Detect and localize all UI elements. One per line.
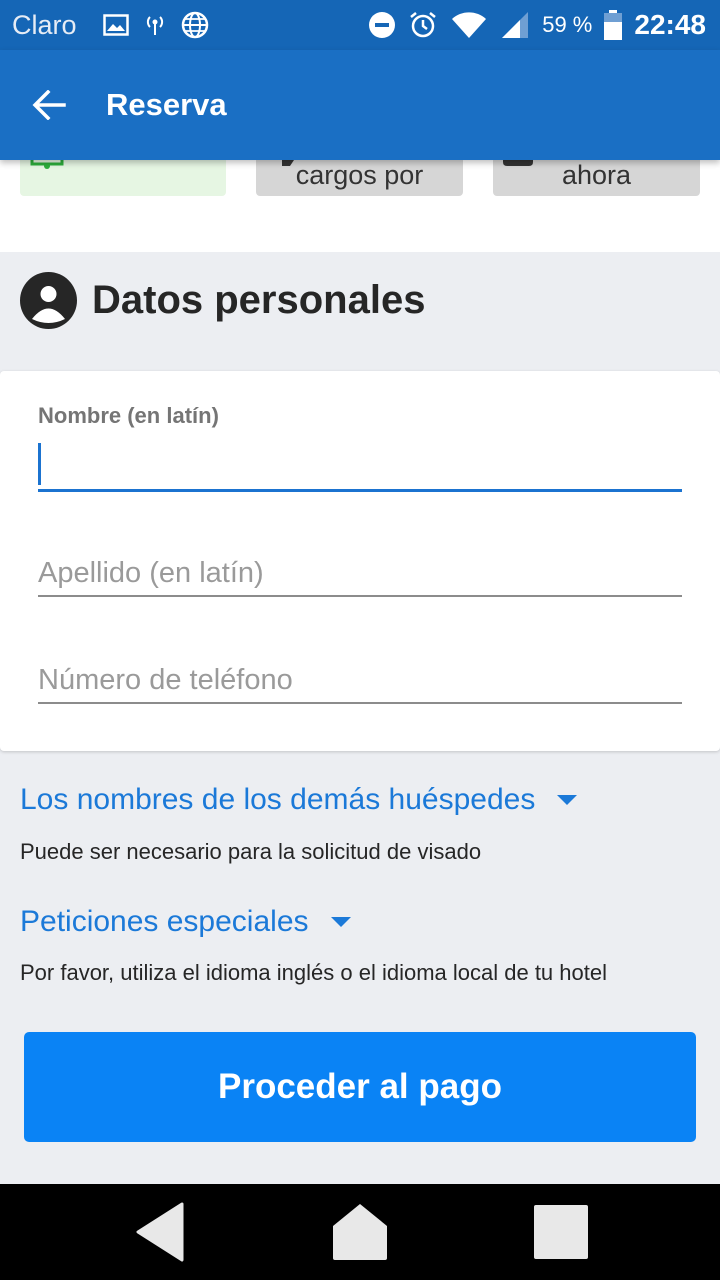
image-icon: [102, 14, 129, 36]
option-label-3: ahora: [561, 160, 632, 190]
section-header: Datos personales: [20, 272, 425, 329]
first-name-underline: [38, 489, 682, 492]
option-card-2[interactable]: cargos por: [256, 160, 463, 196]
option-icon: [30, 160, 64, 169]
section-title: Datos personales: [92, 278, 426, 322]
phone-input[interactable]: [38, 658, 682, 702]
nav-recents-button[interactable]: [501, 1184, 621, 1280]
phone-field[interactable]: [38, 658, 682, 704]
carrier-name: Claro: [12, 9, 77, 40]
phone-underline: [38, 702, 682, 704]
battery-percent: 59 %: [542, 12, 593, 37]
globe-icon: [181, 11, 209, 39]
chevron-down-icon: [330, 917, 351, 927]
chevron-down-icon: [557, 795, 578, 805]
nav-back-button[interactable]: [100, 1184, 220, 1280]
clock: 22:48: [634, 9, 706, 40]
last-name-input[interactable]: [38, 551, 682, 595]
recents-icon: [534, 1205, 588, 1259]
do-not-disturb-icon: [368, 11, 396, 39]
first-name-input[interactable]: [38, 443, 682, 489]
last-name-underline: [38, 595, 682, 597]
home-icon: [333, 1204, 387, 1260]
special-requests-expander[interactable]: Peticiones especiales: [20, 905, 351, 939]
hotspot-icon: [143, 13, 167, 37]
option-label-2: cargos por: [295, 160, 424, 190]
other-guests-hint: Puede ser necesario para la solicitud de…: [20, 839, 482, 864]
person-icon: [20, 272, 77, 329]
back-triangle-icon: [136, 1202, 184, 1262]
personal-data-form: Nombre (en latín): [0, 371, 720, 751]
last-name-field[interactable]: [38, 551, 682, 597]
battery-icon: [604, 10, 623, 40]
first-name-label: Nombre (en latín): [38, 403, 219, 428]
page-title: Reserva: [106, 87, 227, 122]
options-strip: cargos por ahora: [0, 160, 720, 252]
first-name-field[interactable]: [38, 443, 682, 492]
status-bar: Claro 59 % 22:48: [0, 0, 720, 50]
wifi-icon: [450, 10, 488, 40]
proceed-to-payment-button[interactable]: Proceder al pago: [24, 1032, 696, 1142]
back-button[interactable]: [19, 75, 79, 135]
other-guests-label: Los nombres de los demás huéspedes: [20, 783, 536, 816]
app-bar: Reserva: [0, 50, 720, 160]
other-guests-expander[interactable]: Los nombres de los demás huéspedes: [20, 783, 578, 817]
signal-icon: [500, 10, 530, 40]
option-card-3[interactable]: ahora: [493, 160, 700, 196]
special-requests-hint: Por favor, utiliza el idioma inglés o el…: [20, 960, 607, 985]
alarm-icon: [408, 10, 438, 40]
arrow-left-icon: [32, 90, 66, 120]
nav-home-button[interactable]: [300, 1184, 420, 1280]
option-card-1[interactable]: [20, 160, 226, 196]
special-requests-label: Peticiones especiales: [20, 905, 309, 938]
navigation-bar: [0, 1184, 720, 1280]
text-caret: [38, 443, 41, 485]
